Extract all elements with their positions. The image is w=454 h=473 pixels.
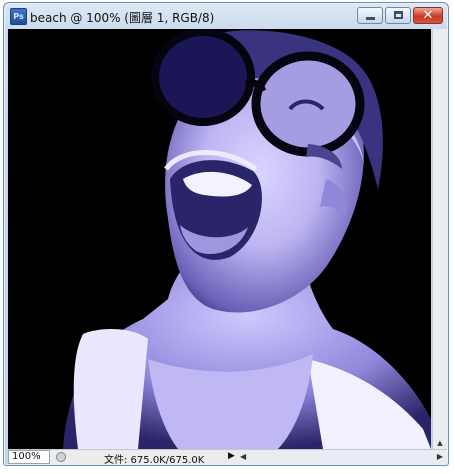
vertical-scrollbar[interactable]: ▲: [432, 29, 447, 449]
document-size: 文件: 675.0K/675.0K: [104, 455, 205, 466]
minimize-button[interactable]: [357, 7, 383, 24]
window-controls: ✕: [357, 7, 443, 24]
scroll-left-icon[interactable]: ◀: [240, 452, 246, 461]
window-title: beach @ 100% (圖層 1, RGB/8): [30, 11, 215, 25]
close-button[interactable]: ✕: [413, 7, 443, 24]
shirt-left: [73, 329, 148, 449]
document-window: Ps beach @ 100% (圖層 1, RGB/8) ✕ ▲ 100% 文…: [3, 2, 449, 466]
horizontal-scrollbar[interactable]: ◀ ▶: [238, 450, 447, 465]
close-icon: ✕: [422, 8, 434, 23]
image-canvas[interactable]: [8, 29, 431, 449]
zoom-level-field[interactable]: 100%: [8, 450, 50, 464]
title-bar[interactable]: Ps beach @ 100% (圖層 1, RGB/8) ✕: [4, 3, 448, 29]
scroll-right-icon[interactable]: ▶: [437, 452, 443, 461]
maximize-button[interactable]: [385, 7, 411, 24]
minimize-icon: [366, 17, 375, 20]
scroll-down-icon[interactable]: ▲: [433, 437, 447, 449]
status-bar: 100% 文件: 675.0K/675.0K ▶ ◀ ▶: [8, 449, 447, 466]
status-icon[interactable]: [56, 452, 66, 462]
photoshop-icon: Ps: [10, 8, 27, 25]
left-lens: [151, 29, 255, 126]
right-lens: [251, 51, 365, 157]
portrait-photo: [8, 29, 431, 449]
maximize-icon: [394, 11, 403, 19]
status-menu-arrow-icon[interactable]: ▶: [228, 451, 235, 461]
